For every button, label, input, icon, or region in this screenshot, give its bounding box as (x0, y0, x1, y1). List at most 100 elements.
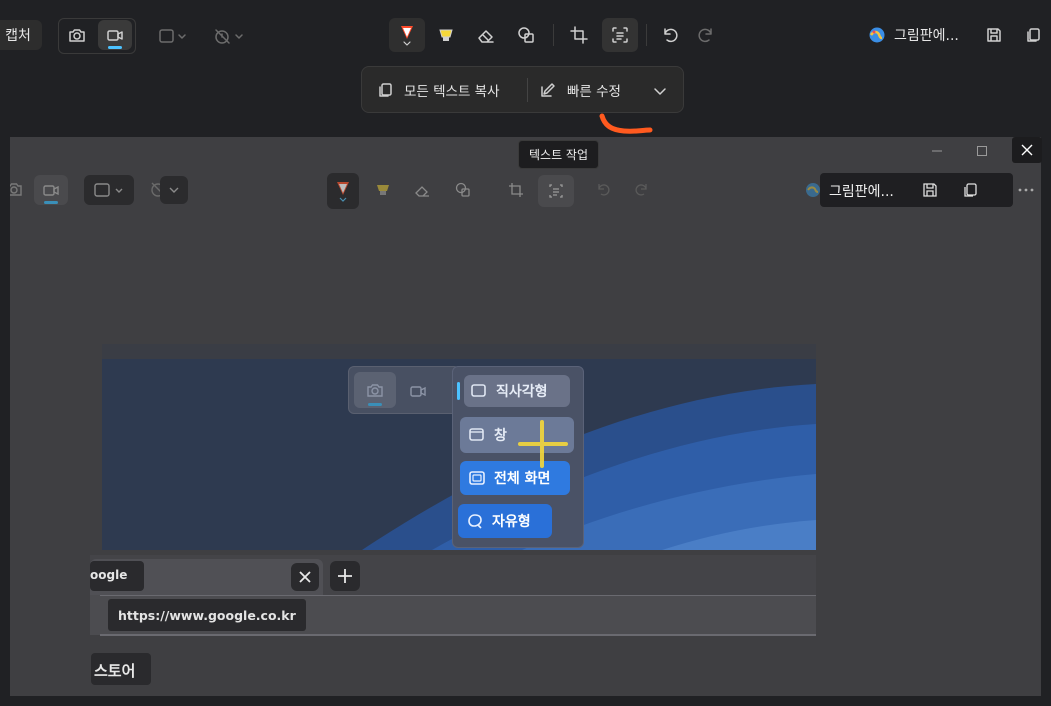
annotation-stroke (599, 113, 653, 134)
inner-copy-icon (961, 181, 979, 199)
browser-address-line-bottom (100, 634, 816, 636)
inner-minimize-button (922, 139, 952, 163)
rectangle-icon (157, 27, 187, 45)
tooltip: 텍스트 작업 (518, 140, 599, 169)
inner-video-button (34, 175, 68, 205)
inner-undo-icon (595, 181, 613, 199)
inner-redo-icon (632, 181, 650, 199)
copy-icon (1024, 26, 1042, 44)
inner-active-indicator (44, 201, 58, 204)
fullscreen-mode-icon (468, 469, 486, 487)
snip-active-indicator (368, 403, 382, 406)
action-bar-divider (527, 78, 528, 102)
inner-chevron-down-icon (168, 184, 180, 196)
inner-camera-icon (10, 179, 24, 199)
inner-shape-dropdown (84, 175, 134, 205)
undo-button[interactable] (654, 20, 686, 50)
text-actions-button[interactable] (602, 18, 638, 52)
snip-menu-item-rectangle: 직사각형 (464, 375, 570, 407)
crosshair-highlight (518, 420, 568, 468)
captured-image: 그림판에... 직사각형 창 전체 화면 자유형 oogle https://w… (10, 137, 1041, 696)
shapes-icon (516, 25, 536, 45)
quick-edit-label: 빠른 수정 (567, 84, 621, 100)
inner-rectangle-icon (92, 181, 126, 199)
more-options-dropdown[interactable] (644, 76, 676, 106)
snip-camera-button (354, 372, 396, 408)
highlighter-icon (436, 25, 456, 45)
inner-timer-dropdown (160, 176, 188, 204)
inner-eraser-icon (413, 181, 431, 199)
desktop-screenshot: 직사각형 창 전체 화면 자유형 (102, 344, 816, 550)
pen-icon (396, 22, 418, 48)
copy-all-text-button[interactable]: 모든 텍스트 복사 (370, 74, 520, 106)
ballpoint-pen-button[interactable] (389, 18, 425, 52)
plus-icon (337, 568, 353, 584)
inner-shapes-icon (454, 181, 472, 199)
active-indicator (108, 46, 122, 49)
top-toolbar: 캡처 그림판에... (0, 0, 1051, 70)
inner-pen-icon (333, 178, 353, 204)
copy-all-text-label: 모든 텍스트 복사 (404, 84, 500, 100)
snip-video-icon (408, 381, 428, 401)
toolbar-divider-2 (646, 24, 647, 46)
inner-video-icon (41, 180, 61, 200)
open-in-paint-button[interactable]: 그림판에... (862, 20, 972, 50)
redo-icon (696, 25, 716, 45)
inner-crop-icon (507, 181, 525, 199)
video-mode-button[interactable] (98, 20, 132, 50)
store-label: 스토어 (94, 662, 136, 680)
undo-icon (660, 25, 680, 45)
toolbar-divider (553, 24, 554, 46)
screenshot-mode-button[interactable] (60, 20, 94, 50)
video-camera-icon (105, 25, 125, 45)
crop-icon (569, 25, 589, 45)
snip-camera-icon (365, 380, 385, 400)
snip-menu-label-freeform: 자유형 (492, 514, 531, 530)
rectangle-mode-icon (470, 382, 488, 400)
minimize-icon (931, 145, 943, 157)
inner-text-actions-button (538, 175, 574, 207)
highlighter-button[interactable] (430, 20, 462, 50)
snip-menu-item-freeform: 자유형 (458, 504, 552, 538)
tooltip-text: 텍스트 작업 (528, 148, 588, 162)
close-x-icon (1021, 144, 1033, 156)
quick-edit-button[interactable]: 빠른 수정 (533, 74, 637, 106)
inner-more-icon (1017, 182, 1035, 198)
camera-icon (67, 25, 87, 45)
browser-tab-close (291, 563, 319, 591)
shapes-button[interactable] (510, 20, 542, 50)
browser-tab-title: oogle (90, 568, 128, 582)
paint-label: 그림판에... (894, 28, 959, 44)
copy-button[interactable] (1018, 20, 1048, 50)
close-icon (299, 571, 311, 583)
snip-shape-dropdown[interactable] (152, 22, 192, 50)
paint-palette-icon (868, 26, 886, 44)
inner-save-icon (921, 181, 939, 199)
snip-menu-selected-bar (457, 382, 460, 400)
window-mode-icon (468, 426, 486, 444)
inner-pen-button (327, 173, 359, 209)
save-button[interactable] (980, 20, 1008, 50)
chevron-down-icon (652, 83, 668, 99)
copy-all-icon (376, 81, 394, 99)
browser-address-line-top (100, 595, 816, 596)
browser-new-tab (330, 561, 360, 591)
snip-menu-label-rectangle: 직사각형 (496, 384, 548, 400)
capture-label: 캡처 (5, 28, 31, 44)
inner-paint-palette-icon (805, 182, 821, 198)
snip-menu-label-window: 창 (494, 428, 507, 444)
inner-text-scan-icon (547, 182, 565, 200)
eraser-button[interactable] (470, 20, 502, 50)
inner-paint-label: 그림판에... (829, 184, 894, 200)
close-button[interactable] (1012, 137, 1042, 163)
snip-menu-label-fullscreen: 전체 화면 (494, 471, 551, 487)
redo-button[interactable] (690, 20, 722, 50)
freeform-mode-icon (466, 512, 484, 530)
no-timer-icon (212, 27, 244, 45)
eraser-icon (476, 25, 496, 45)
inner-maximize-button (967, 139, 997, 163)
capture-button[interactable]: 캡처 (0, 20, 42, 50)
save-icon (985, 26, 1003, 44)
crop-button[interactable] (563, 20, 595, 50)
delay-timer-dropdown[interactable] (208, 22, 248, 50)
